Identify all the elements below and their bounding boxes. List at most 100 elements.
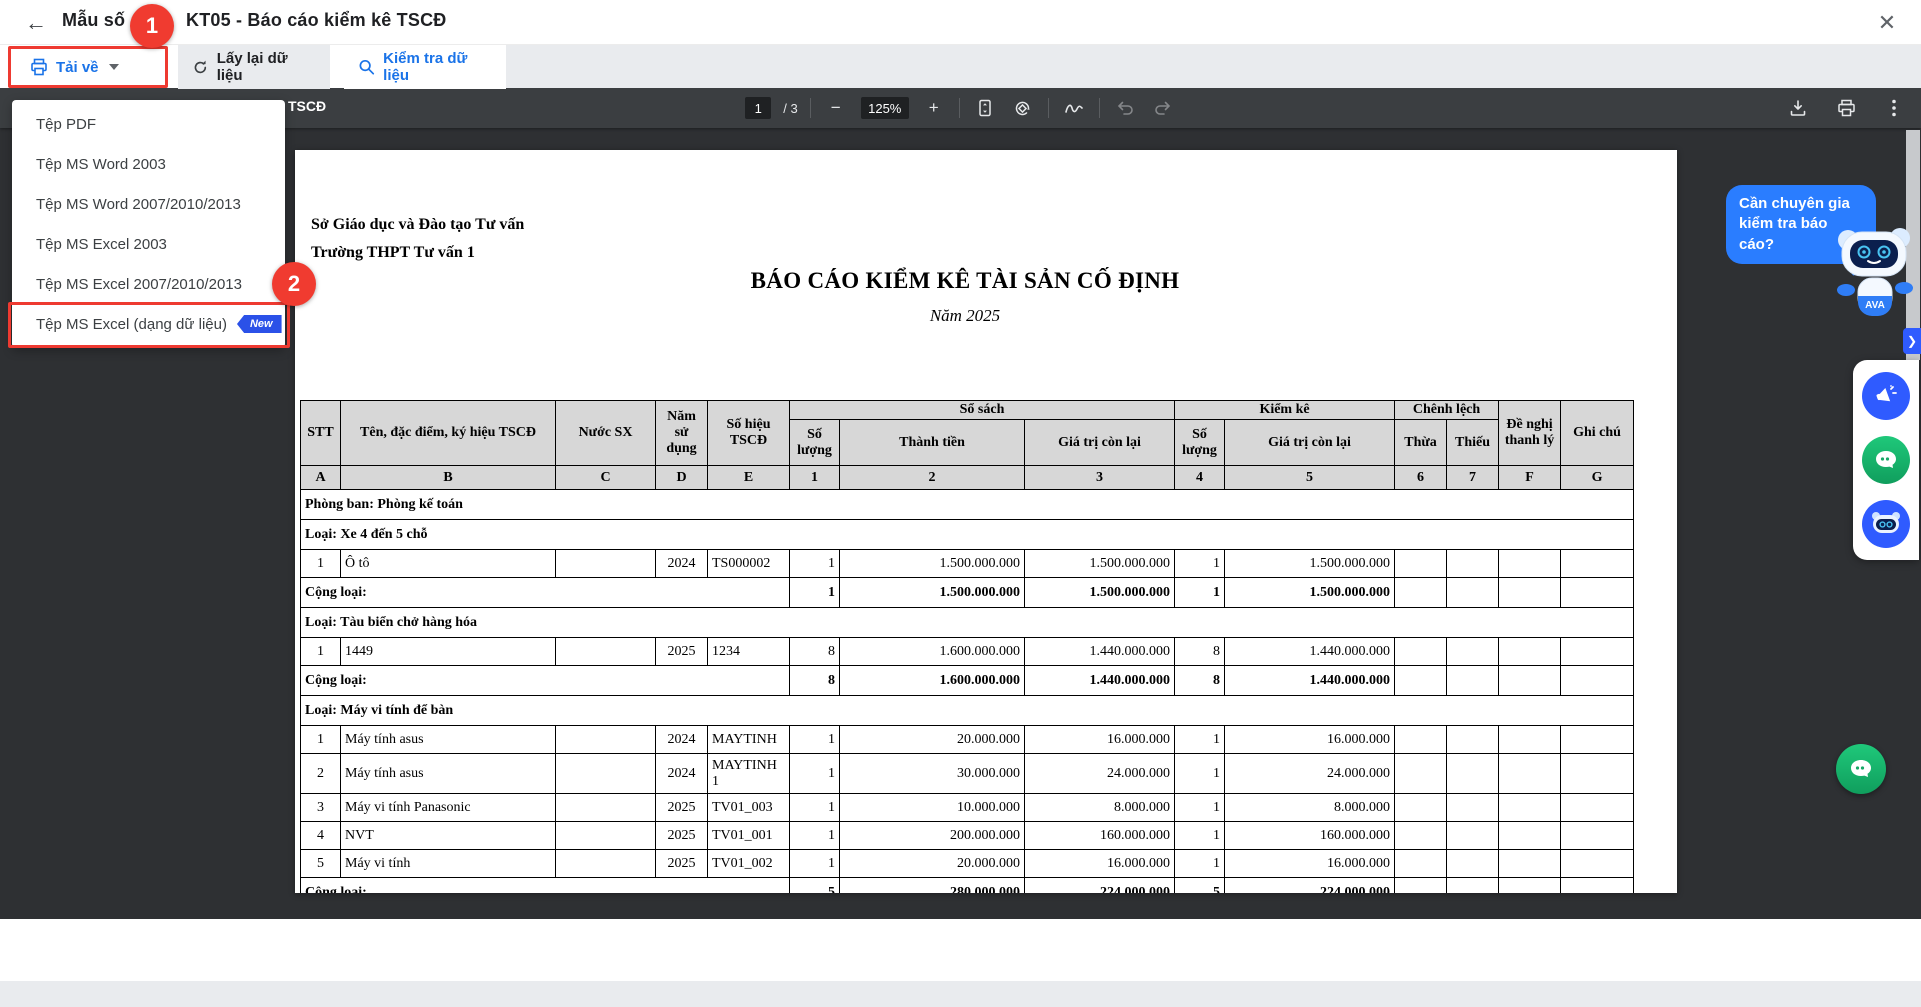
robot-mascot[interactable]: AVA [1834,224,1918,329]
table-cell: 8.000.000 [1025,794,1175,822]
announcement-button[interactable] [1862,372,1910,420]
col-letter: B [341,466,556,490]
page-number-input[interactable]: 1 [745,97,771,119]
pdf-toolbar: TSCĐ 1 / 3 − 125% + [0,88,1921,128]
table-cell [1395,578,1447,608]
chat-fab-button[interactable] [1836,744,1886,794]
table-cell: 4 [301,822,341,850]
org-line1: Sở Giáo dục và Đào tạo Tư vấn [311,216,524,234]
table-cell: 1.500.000.000 [1025,550,1175,578]
col-header-qty2: Số lượng [1175,420,1225,466]
more-icon[interactable] [1881,95,1907,121]
print-icon[interactable] [1833,95,1859,121]
megaphone-icon [1874,384,1898,408]
table-cell: 8 [790,666,840,696]
pdf-page-controls: 1 / 3 − 125% + [0,88,1921,128]
chat-support-button[interactable] [1862,436,1910,484]
col-header-liquidation: Đề nghị thanh lý [1499,401,1561,466]
table-cell: 1 [1175,726,1225,754]
col-header-qty1: Số lượng [790,420,840,466]
zoom-in-icon[interactable]: + [921,95,947,121]
table-cell: 2025 [656,794,708,822]
table-cell [1395,878,1447,893]
table-cell [1499,850,1561,878]
download-menu-item[interactable]: Tệp MS Excel 2007/2010/2013 [12,264,285,304]
table-cell: 1 [790,822,840,850]
table-cell [1561,878,1634,893]
page-title-suffix: KT05 - Báo cáo kiểm kê TSCĐ [186,10,447,31]
reload-button[interactable]: Lấy lại dữ liệu [178,45,330,89]
page-title-prefix: Mẫu số [62,10,125,31]
table-cell: MAYTINH 1 [708,754,790,794]
col-letter: D [656,466,708,490]
table-cell [556,822,656,850]
table-cell: 3 [301,794,341,822]
col-header-country: Nước SX [556,401,656,466]
col-group-book: Sổ sách [790,401,1175,420]
table-cell [1499,666,1561,696]
new-badge: New [237,315,282,333]
table-cell: 20.000.000 [840,850,1025,878]
zoom-level-input[interactable]: 125% [861,97,909,119]
table-row: Cộng loại:5280.000.000224.000.0005224.00… [301,878,1634,893]
menu-item-label: Tệp MS Excel (dạng dữ liệu) [36,316,227,333]
download-icon[interactable] [1785,95,1811,121]
table-cell: 1 [790,726,840,754]
table-row: 1Ô tô2024TS00000211.500.000.0001.500.000… [301,550,1634,578]
table-cell [1395,794,1447,822]
table-cell [1395,822,1447,850]
table-cell [556,638,656,666]
table-cell: Ô tô [341,550,556,578]
close-icon[interactable]: ✕ [1872,8,1902,38]
download-menu: Tệp PDFTệp MS Word 2003Tệp MS Word 2007/… [12,100,285,348]
table-cell: 2024 [656,726,708,754]
table-cell: MAYTINH [708,726,790,754]
download-menu-item[interactable]: Tệp MS Excel 2003 [12,224,285,264]
check-data-button[interactable]: Kiểm tra dữ liệu [344,45,506,89]
table-cell: TV01_001 [708,822,790,850]
table-cell: Máy vi tính [341,850,556,878]
table-cell [1499,754,1561,794]
table-cell: TS000002 [708,550,790,578]
table-cell: Loại: Xe 4 đến 5 chỗ [301,520,1634,550]
app-header: ← Mẫu số KT05 - Báo cáo kiểm kê TSCĐ ✕ [0,0,1921,44]
table-row: Loại: Tàu biển chở hàng hóa [301,608,1634,638]
action-toolbar: Tải về Lấy lại dữ liệu Kiểm tra dữ liệu [0,44,1921,88]
table-cell [1499,726,1561,754]
table-cell [1395,550,1447,578]
divider [1048,98,1049,118]
horizontal-scroll-track[interactable] [0,981,1921,1007]
download-menu-item[interactable]: Tệp MS Excel (dạng dữ liệu) New [12,304,285,344]
table-cell [1447,666,1499,696]
inventory-table: STT Tên, đặc điểm, ký hiệu TSCĐ Nước SX … [300,400,1634,893]
fit-page-icon[interactable] [972,95,998,121]
download-menu-item[interactable]: Tệp PDF [12,104,285,144]
ink-annotation-icon[interactable] [1061,95,1087,121]
col-header-amount: Thành tiền [840,420,1025,466]
table-cell: 8.000.000 [1225,794,1395,822]
download-menu-item[interactable]: Tệp MS Word 2003 [12,144,285,184]
back-arrow-icon[interactable]: ← [22,9,50,37]
table-cell: 1.440.000.000 [1025,666,1175,696]
download-menu-item[interactable]: Tệp MS Word 2007/2010/2013 [12,184,285,224]
zoom-out-icon[interactable]: − [823,95,849,121]
table-cell: 8 [1175,638,1225,666]
divider [810,98,811,118]
redo-icon[interactable] [1150,95,1176,121]
printer-icon [30,58,48,76]
table-cell: 1 [790,794,840,822]
expand-chevron-button[interactable]: ❯ [1903,328,1921,354]
table-cell [556,726,656,754]
table-cell [1499,578,1561,608]
col-header-code: Số hiệu TSCĐ [708,401,790,466]
reload-button-label: Lấy lại dữ liệu [217,50,316,84]
refresh-icon [192,59,209,76]
rotate-icon[interactable] [1010,95,1036,121]
table-cell [556,550,656,578]
download-button[interactable]: Tải về [16,45,133,89]
undo-icon[interactable] [1112,95,1138,121]
table-cell: 16.000.000 [1225,850,1395,878]
robot-assistant-button[interactable] [1862,500,1910,548]
table-cell [1499,822,1561,850]
chevron-down-icon [109,64,119,70]
